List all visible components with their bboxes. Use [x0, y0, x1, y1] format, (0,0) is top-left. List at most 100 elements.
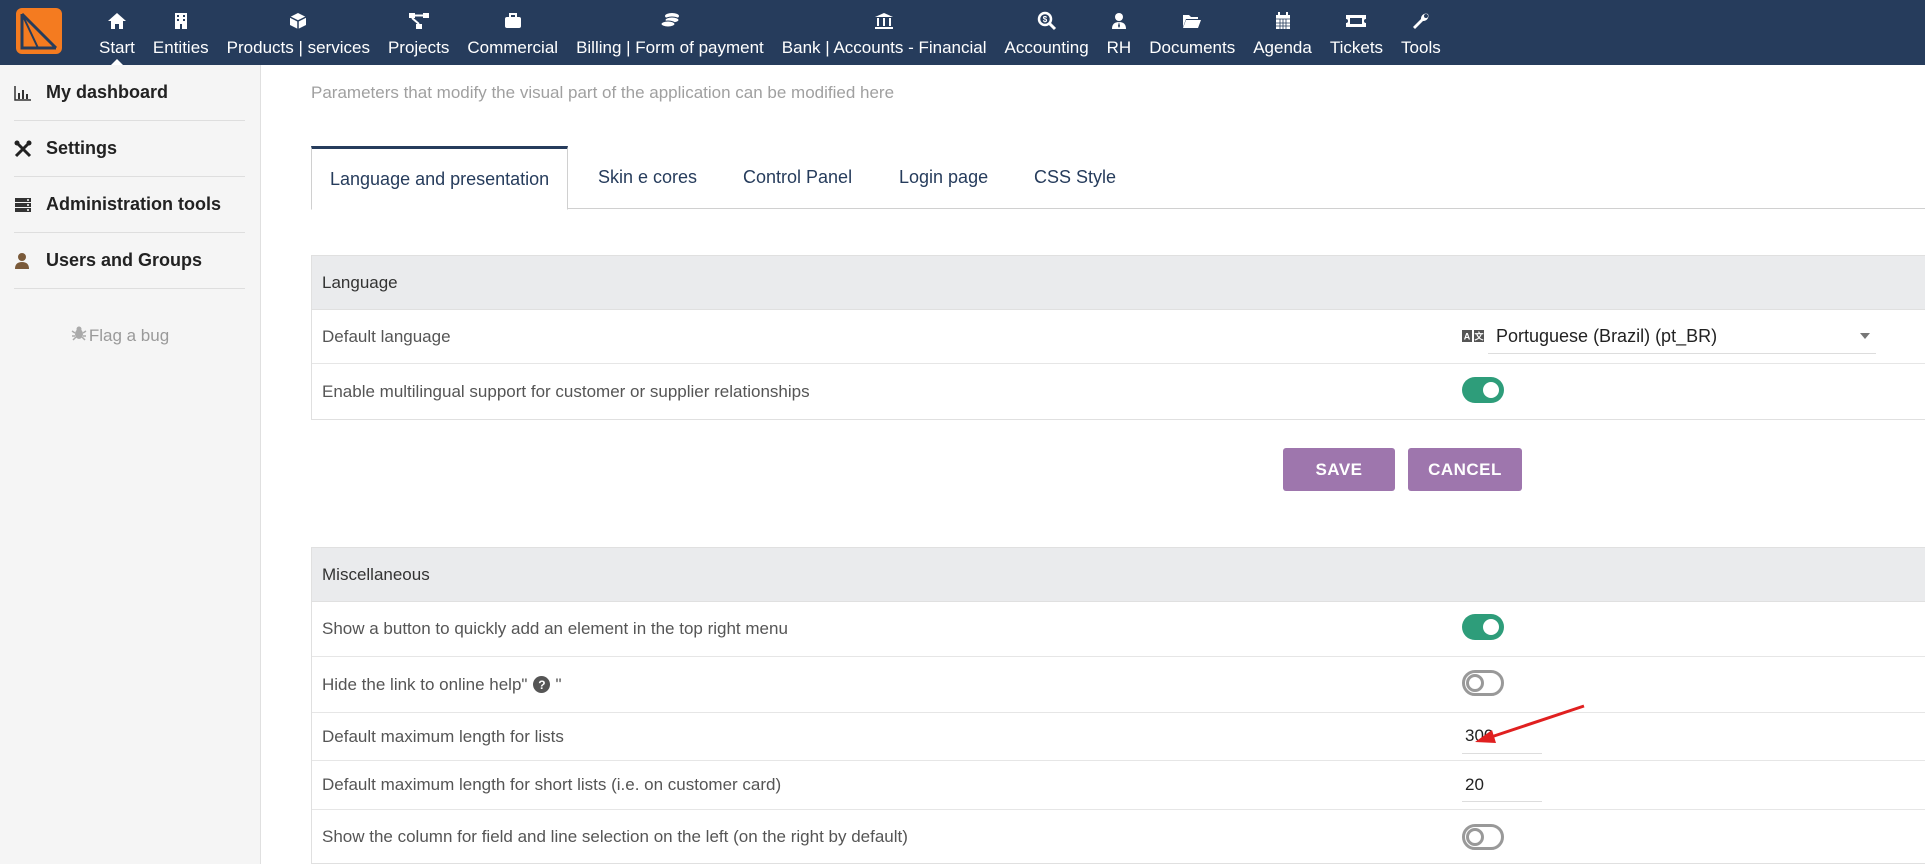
cancel-button[interactable]: CANCEL [1408, 448, 1522, 491]
menu-label: Projects [387, 38, 450, 57]
panel-title: Miscellaneous [312, 548, 1925, 602]
annotation-arrow [1475, 704, 1585, 743]
tab-skin-e-cores[interactable]: Skin e cores [598, 146, 697, 209]
tab-control-panel[interactable]: Control Panel [743, 146, 852, 209]
toggle-knob [1466, 674, 1484, 692]
tab-css-style[interactable]: CSS Style [1034, 146, 1116, 209]
settings-tabs: Language and presentation Skin e cores C… [311, 146, 1925, 210]
sidebar-item-settings[interactable]: Settings [14, 121, 245, 177]
menu-label: Accounting [1004, 38, 1089, 57]
menu-tickets[interactable]: Tickets [1321, 0, 1392, 65]
toggle-knob [1466, 827, 1484, 846]
save-button[interactable]: SAVE [1283, 448, 1395, 491]
language-panel: Language Default language A文 Portuguese … [311, 255, 1925, 420]
menu-rh[interactable]: RH [1098, 0, 1141, 65]
main-menu: Start Entities Products | services Proje… [90, 0, 1450, 65]
app-logo[interactable] [16, 8, 62, 54]
menu-label: Commercial [467, 38, 559, 57]
sidebar-item-administration-tools[interactable]: Administration tools [14, 177, 245, 233]
flag-bug-label: Flag a bug [88, 325, 170, 345]
tab-label: Control Panel [743, 167, 853, 187]
setting-label: Enable multilingual support for customer… [322, 381, 810, 401]
svg-text:$: $ [1042, 15, 1047, 24]
menu-label: RH [1106, 38, 1132, 57]
setting-label-suffix: " [555, 674, 562, 694]
coins-icon [660, 11, 680, 31]
setting-row-hide-help: Hide the link to online help" ? " [312, 657, 1925, 713]
folder-open-icon [1182, 11, 1202, 31]
top-navigation-bar: Start Entities Products | services Proje… [0, 0, 1925, 65]
setting-label: Default language [322, 326, 451, 346]
bug-icon [71, 325, 87, 346]
wrench-icon [1412, 11, 1430, 31]
menu-commercial[interactable]: Commercial [458, 0, 567, 65]
user-icon [14, 252, 46, 270]
suitcase-icon [504, 11, 522, 31]
quick-add-toggle[interactable] [1462, 614, 1504, 640]
setting-label: Default maximum length for lists [322, 726, 564, 746]
selected-language: Portuguese (Brazil) (pt_BR) [1496, 325, 1718, 346]
chart-icon [14, 85, 46, 101]
setting-row-max-length: Default maximum length for lists [312, 713, 1925, 761]
column-left-toggle[interactable] [1462, 823, 1504, 850]
menu-label: Agenda [1253, 38, 1312, 57]
language-icon: A文 [1462, 327, 1484, 347]
sidebar-item-label: Administration tools [46, 194, 221, 214]
chevron-down-icon [1860, 333, 1870, 339]
menu-agenda[interactable]: Agenda [1244, 0, 1321, 65]
menu-products-services[interactable]: Products | services [218, 0, 379, 65]
sidebar-item-my-dashboard[interactable]: My dashboard [14, 65, 245, 121]
miscellaneous-panel: Miscellaneous Show a button to quickly a… [311, 547, 1925, 864]
hide-help-toggle[interactable] [1462, 670, 1504, 696]
setting-label: Show a button to quickly add an element … [322, 619, 788, 638]
tab-label: Skin e cores [598, 167, 698, 187]
tab-label: Login page [899, 167, 989, 187]
svg-text:文: 文 [1473, 330, 1484, 341]
menu-label: Tools [1401, 38, 1441, 57]
menu-label: Products | services [226, 38, 370, 57]
tab-language-and-presentation[interactable]: Language and presentation [311, 146, 569, 210]
tools-icon [14, 140, 46, 158]
setting-label: Default maximum length for short lists (… [322, 775, 782, 794]
calendar-icon [1275, 11, 1291, 31]
sidebar: My dashboard Settings Administration too… [0, 65, 261, 864]
sidebar-item-users-and-groups[interactable]: Users and Groups [14, 233, 245, 289]
tab-login-page[interactable]: Login page [899, 146, 988, 209]
bank-icon [874, 11, 894, 31]
menu-documents[interactable]: Documents [1140, 0, 1244, 65]
ticket-icon [1345, 11, 1367, 31]
user-tie-icon [1111, 11, 1127, 31]
setting-row-quick-add: Show a button to quickly add an element … [312, 602, 1925, 657]
menu-label: Tickets [1329, 38, 1384, 57]
toggle-knob [1483, 381, 1499, 398]
help-icon[interactable]: ? [533, 676, 551, 693]
menu-entities[interactable]: Entities [144, 0, 218, 65]
multilingual-toggle[interactable] [1462, 376, 1504, 403]
setting-label: Hide the link to online help" [322, 674, 528, 694]
tab-label: CSS Style [1034, 167, 1117, 187]
default-language-select[interactable]: Portuguese (Brazil) (pt_BR) [1488, 320, 1876, 354]
menu-accounting[interactable]: $ Accounting [996, 0, 1098, 65]
menu-start[interactable]: Start [90, 0, 144, 65]
menu-billing[interactable]: Billing | Form of payment [567, 0, 773, 65]
menu-bank[interactable]: Bank | Accounts - Financial [773, 0, 996, 65]
setting-label: Show the column for field and line selec… [322, 826, 908, 846]
menu-label: Bank | Accounts - Financial [781, 38, 987, 57]
setting-row-column-left: Show the column for field and line selec… [312, 810, 1925, 863]
search-dollar-icon: $ [1037, 11, 1057, 31]
setting-row-multilingual: Enable multilingual support for customer… [312, 364, 1925, 419]
panel-title: Language [312, 256, 1925, 310]
toggle-knob [1483, 619, 1499, 635]
short-list-length-input[interactable] [1462, 768, 1542, 802]
cube-icon [289, 11, 307, 31]
menu-tools[interactable]: Tools [1392, 0, 1450, 65]
menu-label: Documents [1149, 38, 1236, 57]
home-icon [107, 11, 127, 31]
menu-label: Entities [152, 38, 209, 57]
setting-row-short-list-length: Default maximum length for short lists (… [312, 761, 1925, 810]
svg-text:A: A [1464, 331, 1471, 341]
sidebar-item-label: Settings [46, 138, 118, 158]
menu-projects[interactable]: Projects [379, 0, 458, 65]
flag-bug-link[interactable]: Flag a bug [0, 325, 240, 346]
main-content: Parameters that modify the visual part o… [262, 65, 1925, 864]
